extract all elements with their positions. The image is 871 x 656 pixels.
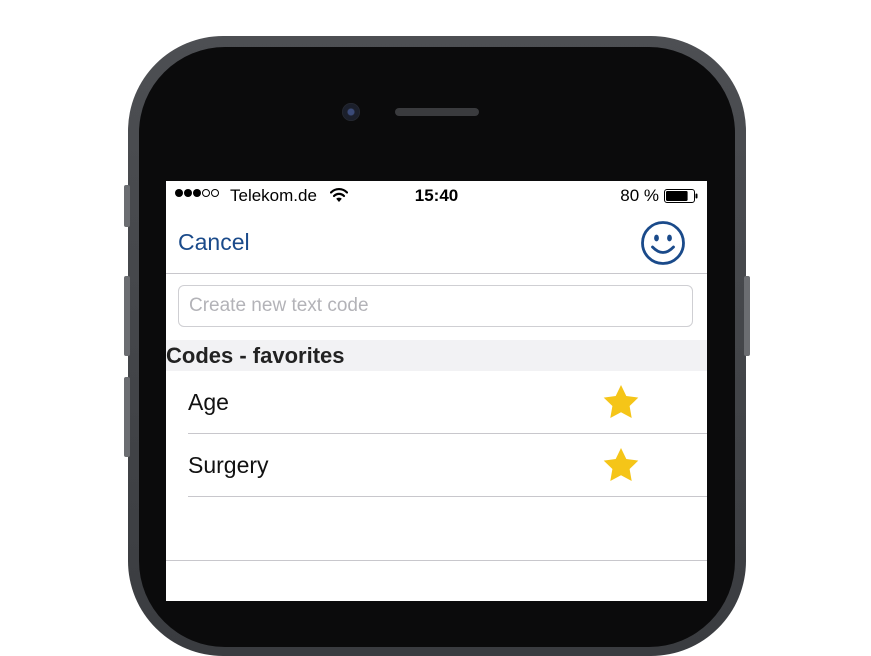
star-icon[interactable] [602,447,640,483]
front-camera [342,103,360,121]
list-item-label: Surgery [188,452,269,478]
bottom-divider [166,560,707,561]
battery-percent: 80 % [620,186,659,205]
battery-fill [666,191,688,201]
star-icon[interactable] [602,384,640,420]
row-divider [188,496,707,497]
list-item-label: Age [188,389,229,415]
earpiece-speaker [395,108,479,116]
navigation-bar: Cancel [166,211,707,274]
list-item[interactable]: Age [166,371,707,434]
phone-screen: Telekom.de 15:40 80 % Cancel Codes - fav… [166,181,707,601]
new-text-code-input[interactable] [178,285,693,327]
favorites-list: Age Surgery [166,371,707,497]
volume-up-button [124,276,130,356]
section-header: Codes - favorites [166,340,707,371]
power-button [744,276,750,356]
status-bar: Telekom.de 15:40 80 % [166,181,707,211]
new-code-field-wrapper [178,285,693,327]
battery-icon [664,189,698,203]
cancel-button[interactable]: Cancel [178,229,250,256]
smiley-icon[interactable] [640,220,686,266]
mute-switch [124,185,130,227]
list-item[interactable]: Surgery [166,434,707,497]
volume-down-button [124,377,130,457]
